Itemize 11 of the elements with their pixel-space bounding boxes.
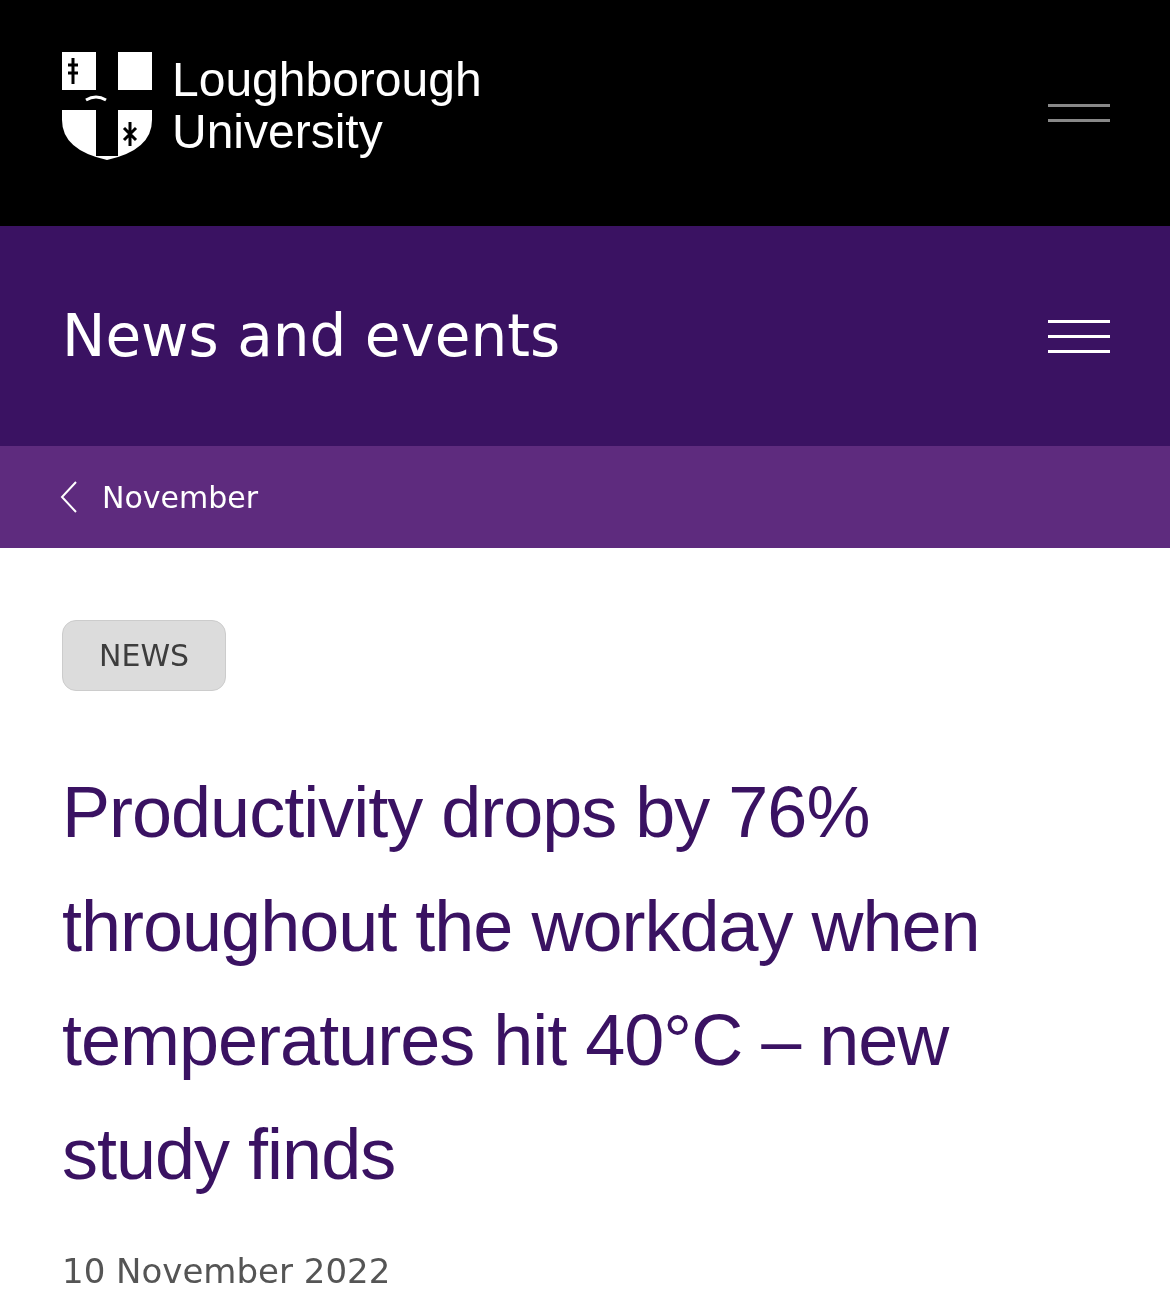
category-tag: NEWS	[62, 620, 227, 691]
menu-icon[interactable]	[1048, 104, 1110, 122]
section-title: News and events	[62, 302, 561, 370]
brand-name: University	[172, 106, 383, 158]
brand-name: Loughborough	[172, 54, 482, 106]
back-link[interactable]: November	[0, 446, 1170, 548]
menu-icon[interactable]	[1048, 319, 1110, 353]
article-title: Productivity drops by 76% throughout the workday when temperatures hit 40°C – new study finds	[62, 771, 981, 1196]
publish-date: 10 November 2022	[62, 1251, 392, 1291]
shield-logo-icon	[60, 50, 154, 162]
chevron-left-icon	[60, 480, 78, 514]
